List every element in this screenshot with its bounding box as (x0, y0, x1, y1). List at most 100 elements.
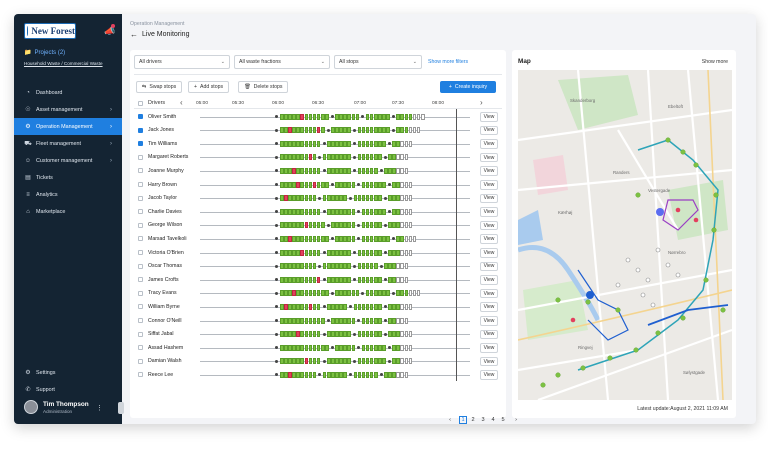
stop-marker[interactable] (361, 303, 366, 310)
sidebar-item-asset-management[interactable]: ☉ Asset management › (14, 101, 122, 118)
stop-marker[interactable] (280, 113, 284, 120)
stop-marker[interactable] (308, 181, 313, 188)
stop-marker[interactable] (404, 344, 409, 351)
stop-marker[interactable] (400, 235, 405, 242)
stop-marker[interactable] (304, 113, 309, 120)
stop-marker[interactable] (347, 154, 352, 161)
stop-marker[interactable] (388, 276, 392, 283)
row-checkbox[interactable] (138, 127, 143, 133)
stop-marker[interactable] (308, 263, 313, 270)
stop-marker[interactable] (392, 344, 396, 351)
stop-marker[interactable] (292, 154, 296, 161)
stop-marker[interactable] (280, 127, 284, 134)
stop-marker[interactable] (308, 276, 313, 283)
stop-marker[interactable] (408, 208, 413, 215)
timeline-prev-icon[interactable]: ‹ (180, 98, 183, 107)
row-checkbox[interactable] (138, 168, 143, 174)
stop-marker[interactable] (339, 167, 343, 174)
stop-marker[interactable] (312, 290, 317, 297)
stop-marker[interactable] (361, 235, 366, 242)
stop-marker[interactable] (400, 317, 405, 324)
stop-marker[interactable] (327, 276, 331, 283)
stop-marker[interactable] (369, 113, 374, 120)
sidebar-item-marketplace[interactable]: ⌂ Marketplace (14, 203, 122, 220)
stop-marker[interactable] (408, 358, 413, 365)
stop-marker[interactable] (388, 331, 392, 338)
stop-marker[interactable] (400, 263, 405, 270)
view-button[interactable]: View (480, 112, 498, 122)
stop-marker[interactable] (284, 344, 288, 351)
stop-marker[interactable] (327, 167, 331, 174)
stop-marker[interactable] (400, 331, 405, 338)
stop-marker[interactable] (369, 235, 374, 242)
stop-marker[interactable] (296, 303, 300, 310)
stop-marker[interactable] (288, 303, 292, 310)
stop-marker[interactable] (288, 331, 292, 338)
stop-marker[interactable] (292, 317, 296, 324)
stop-marker[interactable] (335, 331, 339, 338)
stop-marker[interactable] (347, 317, 352, 324)
stop-marker[interactable] (369, 276, 374, 283)
stop-marker[interactable] (312, 303, 317, 310)
stop-marker[interactable] (339, 154, 343, 161)
stop-marker[interactable] (288, 235, 292, 242)
stop-marker[interactable] (331, 317, 335, 324)
stop-marker[interactable] (408, 290, 413, 297)
stop-marker[interactable] (296, 263, 300, 270)
stop-marker[interactable] (292, 167, 296, 174)
stop-marker[interactable] (308, 371, 313, 378)
stop-marker[interactable] (404, 181, 409, 188)
table-row[interactable]: Oliver Smith View (134, 110, 502, 124)
stop-marker[interactable] (296, 154, 300, 161)
stop-marker[interactable] (316, 222, 321, 229)
stop-marker[interactable] (404, 195, 409, 202)
stop-marker[interactable] (284, 290, 288, 297)
stop-marker[interactable] (365, 181, 370, 188)
stop-marker[interactable] (280, 276, 284, 283)
stop-marker[interactable] (308, 167, 313, 174)
stop-marker[interactable] (300, 181, 305, 188)
stop-marker[interactable] (331, 222, 335, 229)
stop-marker[interactable] (308, 344, 313, 351)
stop-marker[interactable] (280, 290, 284, 297)
stop-marker[interactable] (373, 344, 378, 351)
stop-marker[interactable] (335, 317, 339, 324)
stop-marker[interactable] (365, 331, 370, 338)
stop-marker[interactable] (382, 290, 386, 297)
stop-marker[interactable] (288, 140, 292, 147)
stop-marker[interactable] (361, 331, 366, 338)
stop-marker[interactable] (280, 140, 284, 147)
stop-marker[interactable] (320, 235, 325, 242)
stop-marker[interactable] (327, 249, 331, 256)
stop-marker[interactable] (353, 303, 358, 310)
sidebar-item-support[interactable]: ✆ Support (14, 381, 122, 398)
waste-filter[interactable]: All waste fractions ⌄ (234, 55, 330, 69)
stop-marker[interactable] (347, 276, 352, 283)
stop-marker[interactable] (343, 235, 347, 242)
stop-marker[interactable] (378, 276, 382, 283)
stop-marker[interactable] (343, 276, 347, 283)
stop-marker[interactable] (373, 222, 378, 229)
stop-marker[interactable] (384, 167, 388, 174)
stop-marker[interactable] (351, 181, 356, 188)
stop-marker[interactable] (300, 290, 305, 297)
row-checkbox[interactable] (138, 141, 143, 147)
stop-marker[interactable] (292, 344, 296, 351)
stop-marker[interactable] (339, 331, 343, 338)
stop-marker[interactable] (378, 154, 382, 161)
stop-marker[interactable] (365, 208, 370, 215)
stop-marker[interactable] (351, 317, 356, 324)
stop-marker[interactable] (296, 208, 300, 215)
stop-marker[interactable] (392, 358, 396, 365)
stop-marker[interactable] (335, 208, 339, 215)
stop-marker[interactable] (404, 290, 409, 297)
stop-marker[interactable] (335, 290, 339, 297)
stop-marker[interactable] (408, 140, 413, 147)
table-row[interactable]: James Crofts View (134, 273, 502, 287)
stop-marker[interactable] (357, 371, 362, 378)
stop-marker[interactable] (284, 222, 288, 229)
stop-marker[interactable] (316, 358, 321, 365)
stop-marker[interactable] (392, 371, 396, 378)
stop-marker[interactable] (373, 113, 378, 120)
stop-marker[interactable] (365, 235, 370, 242)
